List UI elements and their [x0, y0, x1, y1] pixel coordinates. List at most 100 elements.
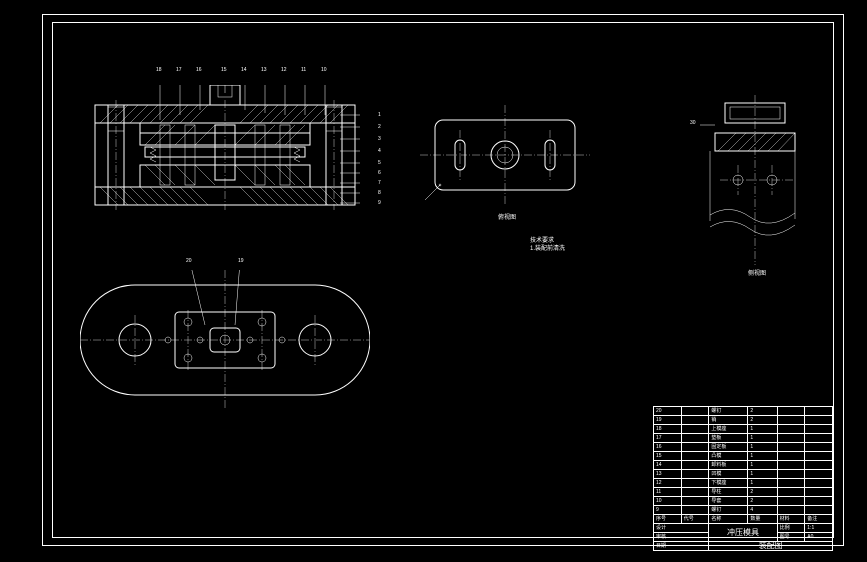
parts-cell: [805, 488, 833, 497]
parts-cell: [805, 479, 833, 488]
tech-note-2: 1.装配前清洗: [530, 243, 565, 252]
parts-cell: [777, 470, 805, 479]
parts-cell: [777, 407, 805, 416]
parts-cell: [805, 506, 833, 515]
leader-bottom-1: 19: [238, 258, 244, 264]
leader-top-7: 11: [301, 67, 306, 73]
parts-cell: [681, 434, 709, 443]
parts-cell: 2: [748, 407, 777, 416]
leader-right-5: 6: [378, 170, 381, 176]
parts-cell: 1: [748, 425, 777, 434]
parts-cell: [681, 407, 709, 416]
parts-cell: [777, 506, 805, 515]
parts-cell: 14: [654, 461, 682, 470]
tb-header-2: 名称: [709, 515, 748, 524]
parts-cell: 固定板: [709, 443, 748, 452]
leader-top-8: 10: [321, 67, 327, 73]
leader-right-6: 7: [378, 180, 381, 186]
parts-cell: [777, 461, 805, 470]
parts-cell: 销: [709, 416, 748, 425]
parts-cell: 18: [654, 425, 682, 434]
tb-dwgno: A0: [805, 533, 833, 542]
tb-date: 日期: [654, 542, 709, 551]
parts-cell: 螺钉: [709, 506, 748, 515]
parts-cell: 1: [748, 461, 777, 470]
leader-top-4: 14: [241, 67, 247, 73]
parts-cell: 1: [748, 452, 777, 461]
title-block: 20螺钉219销218上模座117垫板116固定板115凸模114卸料板113凹…: [653, 406, 833, 536]
parts-cell: [805, 416, 833, 425]
leader-top-3: 15: [221, 67, 227, 73]
parts-cell: 凹模: [709, 470, 748, 479]
parts-cell: [681, 497, 709, 506]
leader-top-5: 13: [261, 67, 267, 73]
leader-top-2: 16: [196, 67, 202, 73]
parts-cell: [681, 416, 709, 425]
parts-cell: 2: [748, 488, 777, 497]
side-elevation: [700, 95, 810, 265]
parts-cell: [681, 506, 709, 515]
parts-cell: [805, 452, 833, 461]
parts-cell: 1: [748, 479, 777, 488]
parts-cell: [805, 407, 833, 416]
leader-top-1: 17: [176, 67, 182, 73]
plan-view-lower: [80, 270, 370, 410]
cad-canvas: 18 17 16 15 14 13 12 11 10 1 2 3 4 5 6 7…: [0, 0, 867, 562]
parts-cell: [805, 470, 833, 479]
tb-header-1: 代号: [681, 515, 709, 524]
tb-header-6: 备注: [805, 515, 833, 524]
parts-cell: 上模座: [709, 425, 748, 434]
tb-title: 装配图: [709, 542, 833, 551]
tb-header-4: 数量: [748, 515, 777, 524]
leader-right-8: 9: [378, 200, 381, 206]
parts-cell: 凸模: [709, 452, 748, 461]
parts-cell: [805, 434, 833, 443]
parts-cell: 螺钉: [709, 407, 748, 416]
main-section-view: [90, 85, 360, 225]
tb-design: 设计: [654, 524, 709, 533]
parts-cell: 2: [748, 416, 777, 425]
parts-cell: 卸料板: [709, 461, 748, 470]
tb-main-title: 冲压模具: [709, 524, 777, 542]
parts-cell: [777, 416, 805, 425]
parts-cell: [805, 443, 833, 452]
parts-cell: [805, 497, 833, 506]
parts-cell: [681, 470, 709, 479]
side-dim: 30: [690, 120, 696, 126]
parts-cell: 9: [654, 506, 682, 515]
parts-cell: 15: [654, 452, 682, 461]
parts-cell: [805, 425, 833, 434]
parts-cell: 下模座: [709, 479, 748, 488]
parts-cell: 10: [654, 497, 682, 506]
parts-cell: [805, 461, 833, 470]
leader-right-0: 1: [378, 112, 381, 118]
parts-cell: 垫板: [709, 434, 748, 443]
parts-cell: [777, 434, 805, 443]
plan-view-upper: [420, 105, 590, 205]
tb-header-5: 材料: [777, 515, 805, 524]
parts-cell: 11: [654, 488, 682, 497]
parts-cell: [777, 479, 805, 488]
tb-sheet-label: 图号: [777, 533, 805, 542]
parts-cell: 2: [748, 497, 777, 506]
leader-right-3: 4: [378, 148, 381, 154]
tb-check: 审核: [654, 533, 709, 542]
parts-cell: 20: [654, 407, 682, 416]
parts-cell: [681, 425, 709, 434]
parts-cell: 1: [748, 434, 777, 443]
parts-cell: 19: [654, 416, 682, 425]
parts-cell: [777, 425, 805, 434]
parts-cell: [681, 479, 709, 488]
parts-cell: 17: [654, 434, 682, 443]
tb-header-0: 序号: [654, 515, 682, 524]
parts-cell: 16: [654, 443, 682, 452]
parts-cell: 1: [748, 443, 777, 452]
parts-cell: [777, 452, 805, 461]
leader-top-6: 12: [281, 67, 287, 73]
plan-upper-label: 俯视图: [498, 212, 516, 221]
leader-bottom-0: 20: [186, 258, 192, 264]
parts-cell: [681, 488, 709, 497]
tb-scale-label: 比例: [777, 524, 805, 533]
tb-scale: 1:1: [805, 524, 833, 533]
leader-right-7: 8: [378, 190, 381, 196]
